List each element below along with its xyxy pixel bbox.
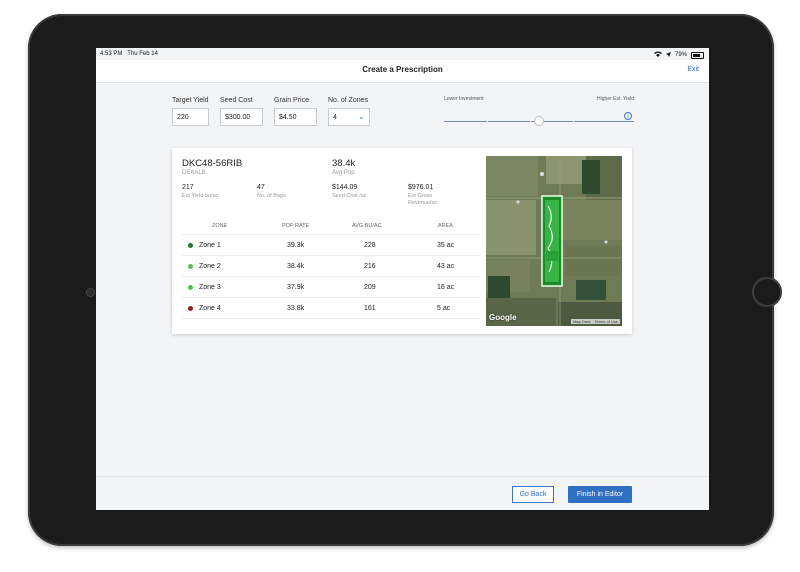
- stat-label: No. of Bags: [257, 193, 286, 199]
- header-avg-bu: AVG BU/AC: [352, 223, 382, 229]
- target-yield-label: Target Yield: [172, 97, 209, 104]
- status-time: 4:53 PM: [100, 51, 123, 57]
- footer-bar: Go Back Finish in Editor: [96, 476, 709, 510]
- zone-area: 5 ac: [437, 305, 451, 312]
- nav-bar: Create a Prescription Exit: [96, 60, 709, 83]
- zone-name: Zone 4: [199, 305, 221, 312]
- front-camera: [86, 288, 95, 297]
- stat-gross-revenue: $976.01 Est Gross Revenue/ac: [408, 184, 452, 207]
- avg-pop-value: 38.4k: [332, 158, 356, 169]
- status-date: Thu Feb 14: [127, 51, 158, 57]
- zone-name: Zone 3: [199, 284, 221, 291]
- zone-avg-bu: 161: [364, 305, 376, 312]
- satellite-map-image: [486, 156, 622, 326]
- zone-area: 43 ac: [437, 263, 455, 270]
- home-button[interactable]: [752, 277, 782, 307]
- stat-value: $976.01: [408, 184, 434, 191]
- stat-label: Est Gross Revenue/ac: [408, 193, 438, 206]
- battery-percent: 79%: [674, 52, 687, 58]
- target-yield-input[interactable]: 220: [172, 108, 209, 126]
- page-title: Create a Prescription: [362, 65, 443, 74]
- grain-price-input[interactable]: $4.50: [274, 108, 317, 126]
- zone-area: 16 ac: [437, 284, 455, 291]
- zone-color-dot: [188, 306, 193, 311]
- zone-name: Zone 1: [199, 242, 221, 249]
- avg-pop-label: Avg Pop: [332, 170, 355, 176]
- info-icon[interactable]: i: [624, 112, 632, 120]
- stat-bags: 47 No. of Bags: [257, 184, 303, 200]
- terms-of-use-link[interactable]: Terms of Use: [594, 319, 618, 324]
- zone-pop-rate: 39.3k: [287, 242, 305, 249]
- stat-est-yield: 217 Est Yield bu/ac: [182, 184, 222, 200]
- status-left: 4:53 PM Thu Feb 14: [100, 51, 158, 57]
- slider-tick: [487, 118, 488, 125]
- stat-label: Est Yield bu/ac: [182, 193, 219, 199]
- slider-left-label: Lower Investment: [444, 96, 484, 102]
- table-row[interactable]: Zone 3 37.9k 209 16 ac: [182, 277, 480, 298]
- exit-button[interactable]: Exit: [687, 66, 699, 73]
- slider-thumb[interactable]: [534, 116, 544, 126]
- zone-pop-rate: 33.8k: [287, 305, 305, 312]
- zone-area: 35 ac: [437, 242, 455, 249]
- zones-value: 4: [333, 114, 337, 121]
- zone-color-dot: [188, 264, 193, 269]
- grain-price-label: Grain Price: [274, 97, 310, 104]
- brand-name: DEKALB: [182, 170, 206, 176]
- seed-cost-input[interactable]: $300.00: [220, 108, 263, 126]
- zone-name: Zone 2: [199, 263, 221, 270]
- battery-icon: [691, 51, 704, 59]
- field-map[interactable]: Google Map Data Terms of Use: [486, 156, 622, 326]
- table-row[interactable]: Zone 2 38.4k 216 43 ac: [182, 256, 480, 277]
- go-back-button[interactable]: Go Back: [512, 486, 554, 503]
- table-row[interactable]: Zone 1 39.3k 228 35 ac: [182, 235, 480, 256]
- status-right: 79%: [653, 51, 704, 59]
- zone-pop-rate: 37.9k: [287, 284, 305, 291]
- grain-price-field: Grain Price $4.50: [274, 97, 317, 126]
- seed-cost-field: Seed Cost $300.00: [220, 97, 263, 126]
- table-row[interactable]: Zone 4 33.8k 161 5 ac: [182, 298, 480, 319]
- slider-tick: [530, 118, 531, 125]
- wifi-icon: [653, 51, 662, 59]
- stat-label: Seed Cost /ac: [332, 193, 367, 199]
- zones-field: No. of Zones 4 ⌄: [328, 97, 370, 126]
- zones-label: No. of Zones: [328, 97, 369, 104]
- zone-table: ZONE POP RATE AVG BU/AC AREA Zone 1 39.3…: [182, 220, 480, 319]
- header-pop-rate: POP RATE: [282, 223, 310, 229]
- investment-slider[interactable]: Lower Investment Higher Est. Yield: [444, 96, 634, 136]
- stat-value: $144.09: [332, 184, 358, 191]
- stat-value: 47: [257, 184, 265, 191]
- header-zone: ZONE: [212, 223, 228, 229]
- target-yield-field: Target Yield 220: [172, 97, 209, 126]
- prescription-card: DKC48-56RIB DEKALB 38.4k Avg Pop 217 Est…: [172, 148, 632, 334]
- hybrid-name: DKC48-56RIB: [182, 158, 243, 169]
- slider-right-label: Higher Est. Yield: [597, 96, 634, 102]
- map-credits: Map Data Terms of Use: [571, 319, 620, 324]
- seed-cost-label: Seed Cost: [220, 97, 253, 104]
- status-bar: 4:53 PM Thu Feb 14 79%: [96, 48, 709, 60]
- zone-avg-bu: 228: [364, 242, 376, 249]
- slider-tick: [573, 118, 574, 125]
- chevron-down-icon: ⌄: [358, 112, 365, 121]
- zone-color-dot: [188, 243, 193, 248]
- stat-seed-cost: $144.09 Seed Cost /ac: [332, 184, 374, 200]
- location-icon: [665, 51, 671, 59]
- google-logo: Google: [489, 313, 517, 322]
- stat-value: 217: [182, 184, 194, 191]
- zone-avg-bu: 216: [364, 263, 376, 270]
- table-header: ZONE POP RATE AVG BU/AC AREA: [182, 220, 480, 235]
- finish-in-editor-button[interactable]: Finish in Editor: [568, 486, 632, 503]
- map-data-link[interactable]: Map Data: [573, 319, 590, 324]
- app-screen: 4:53 PM Thu Feb 14 79% Create a Prescrip…: [96, 48, 709, 510]
- header-area: AREA: [438, 223, 453, 229]
- zone-color-dot: [188, 285, 193, 290]
- zone-avg-bu: 209: [364, 284, 376, 291]
- zone-pop-rate: 38.4k: [287, 263, 305, 270]
- zones-select[interactable]: 4 ⌄: [328, 108, 370, 126]
